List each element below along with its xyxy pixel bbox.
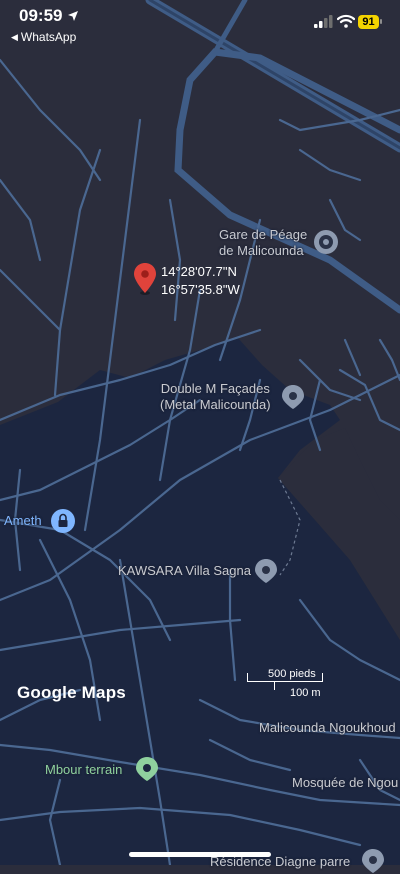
scale-tick — [322, 673, 323, 682]
home-indicator[interactable] — [129, 852, 271, 857]
place-label-double-m[interactable]: Double M Façades (Metal Malicounda) — [160, 381, 271, 413]
place-pin-icon[interactable] — [280, 384, 306, 410]
back-to-app-button[interactable]: ◀ WhatsApp — [11, 30, 76, 44]
transit-pin-icon[interactable] — [313, 229, 339, 255]
place-label-malicounda-ngoukhoud[interactable]: Malicounda Ngoukhoud — [259, 720, 396, 736]
clock-time: 09:59 — [19, 6, 63, 25]
place-label-line1: Mosquée de Ngou — [292, 775, 399, 790]
map-scale-bar: 500 pieds 100 m — [246, 668, 326, 704]
place-label-mosquee[interactable]: Mosquée de Ngou — [292, 775, 398, 791]
place-label-line1: Ameth — [4, 513, 42, 528]
place-label-line2: de Malicounda — [219, 243, 304, 258]
latitude-text: 14°28'07.7"N — [161, 264, 237, 279]
place-label-line2: (Metal Malicounda) — [160, 397, 271, 412]
back-chevron-icon: ◀ — [11, 31, 18, 42]
status-bar: 09:59 ◀ WhatsApp 91 — [0, 0, 400, 50]
place-pin-icon[interactable] — [253, 558, 279, 584]
place-label-kawsara[interactable]: KAWSARA Villa Sagna — [118, 563, 251, 579]
battery-tip — [380, 19, 382, 24]
lock-pin-icon[interactable] — [50, 508, 76, 534]
scale-metric-text: 100 m — [290, 687, 321, 699]
cellular-signal-icon — [314, 15, 333, 28]
place-label-line1: KAWSARA Villa Sagna — [118, 563, 251, 578]
place-label-line1: Gare de Péage — [219, 227, 308, 242]
place-pin-icon[interactable] — [360, 848, 386, 874]
place-label-line1: Mbour terrain — [45, 762, 123, 777]
green-place-pin-icon[interactable] — [134, 756, 160, 782]
wifi-icon — [337, 14, 355, 28]
place-label-line1: Malicounda Ngoukhoud — [259, 720, 396, 735]
scale-tick — [247, 673, 248, 682]
place-label-gare-peage[interactable]: Gare de Péage de Malicounda — [219, 227, 307, 259]
battery-indicator: 91 — [358, 15, 379, 29]
scale-tick — [274, 681, 275, 690]
back-app-label: WhatsApp — [20, 30, 77, 44]
location-arrow-icon — [68, 11, 78, 21]
place-label-line1: Double M Façades — [160, 381, 270, 396]
dropped-pin-coordinates: 14°28'07.7"N 16°57'35.8"W — [161, 263, 240, 299]
place-label-ameth[interactable]: Ameth — [4, 513, 42, 529]
scale-line — [247, 681, 323, 682]
scale-imperial-text: 500 pieds — [268, 668, 316, 680]
place-label-mbour-terrain[interactable]: Mbour terrain — [45, 762, 122, 778]
dropped-pin-icon[interactable] — [132, 262, 158, 296]
google-maps-logo: Google Maps — [17, 683, 126, 702]
longitude-text: 16°57'35.8"W — [161, 282, 240, 297]
